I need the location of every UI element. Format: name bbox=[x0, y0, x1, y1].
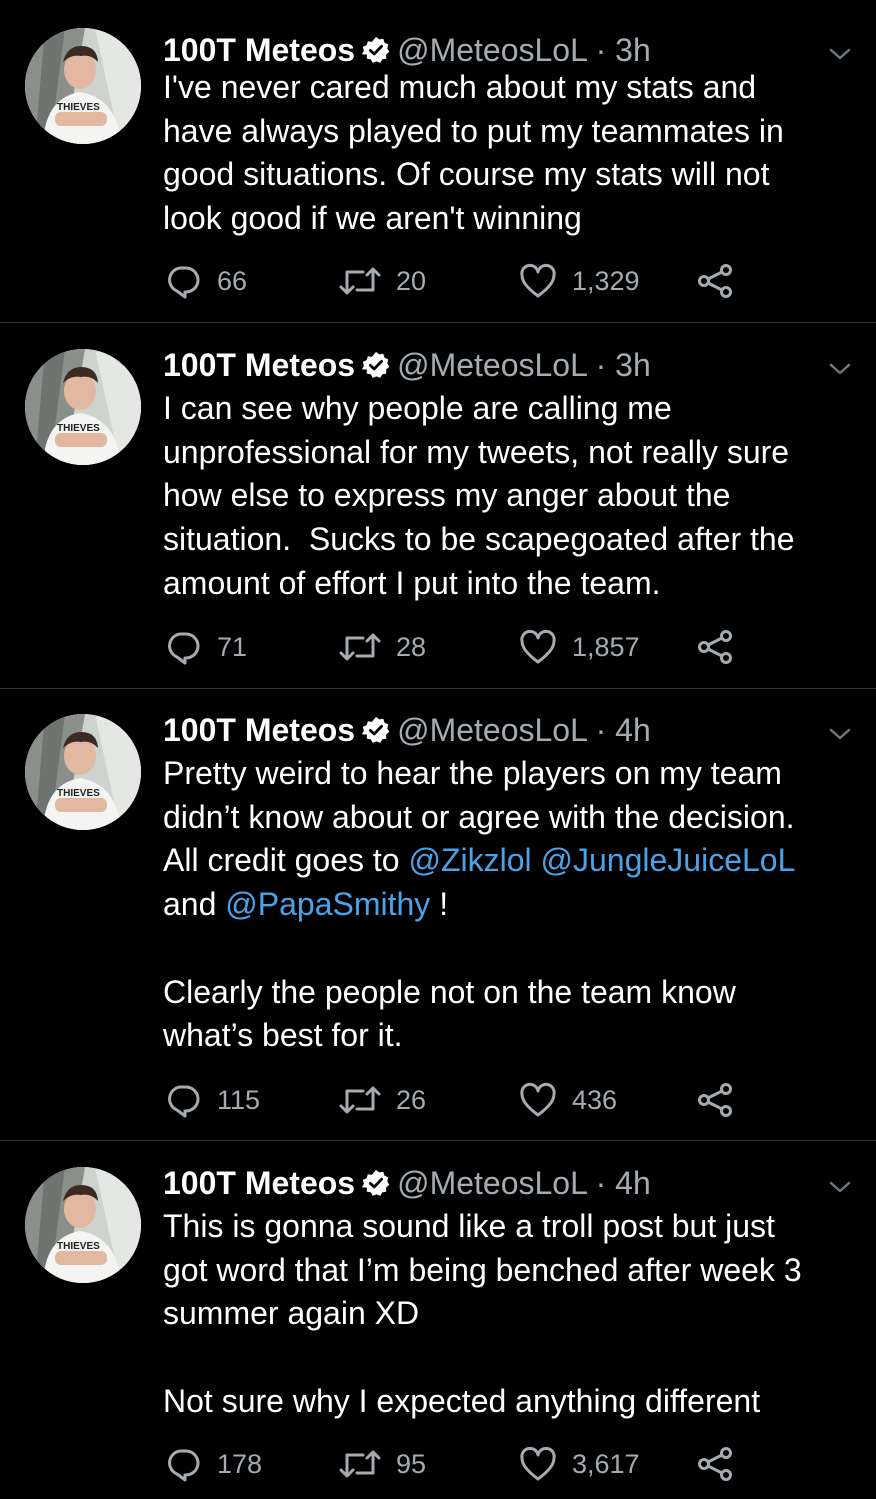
tweet-actions: 71 28 1,857 bbox=[163, 627, 863, 667]
share-button[interactable] bbox=[695, 1444, 735, 1484]
timestamp[interactable]: 3h bbox=[615, 347, 651, 383]
text-line: Pretty weird to hear the players on my t… bbox=[163, 755, 782, 791]
retweet-button[interactable]: 28 bbox=[338, 627, 426, 667]
reply-icon bbox=[168, 1449, 200, 1482]
author-name[interactable]: 100T Meteos bbox=[163, 32, 355, 68]
heart-icon bbox=[520, 1082, 556, 1117]
chevron-down-icon[interactable] bbox=[824, 1171, 856, 1203]
share-icon bbox=[698, 264, 732, 298]
verified-badge-icon bbox=[361, 1165, 391, 1209]
text-fragment: and bbox=[163, 886, 226, 923]
author-handle[interactable]: @MeteosLoL bbox=[397, 32, 587, 68]
tweet-text: I've never cared much about my stats and… bbox=[163, 69, 784, 237]
retweet-button[interactable]: 20 bbox=[338, 261, 426, 301]
text-fragment: ! bbox=[430, 886, 449, 923]
retweet-icon bbox=[339, 267, 381, 295]
author-handle[interactable]: @MeteosLoL bbox=[397, 347, 587, 383]
author-handle[interactable]: @MeteosLoL bbox=[397, 712, 587, 748]
tweet-actions: 66 20 1,329 bbox=[163, 261, 863, 301]
share-icon bbox=[698, 630, 732, 664]
retweet-count: 95 bbox=[396, 1449, 427, 1479]
retweet-button[interactable]: 95 bbox=[338, 1444, 426, 1484]
retweet-count: 20 bbox=[396, 266, 427, 296]
heart-icon bbox=[520, 1446, 556, 1481]
tweet-text: I can see why people are calling me unpr… bbox=[163, 390, 795, 601]
reply-button[interactable]: 178 bbox=[163, 1444, 262, 1484]
divider bbox=[0, 322, 876, 323]
like-button[interactable]: 1,857 bbox=[518, 627, 640, 667]
reply-button[interactable]: 66 bbox=[163, 261, 247, 301]
like-button[interactable]: 436 bbox=[518, 1080, 617, 1120]
timestamp[interactable]: 3h bbox=[615, 32, 651, 68]
separator-dot: · bbox=[595, 347, 607, 383]
retweet-count: 28 bbox=[396, 632, 427, 662]
avatar[interactable] bbox=[25, 28, 141, 144]
reply-count: 178 bbox=[217, 1449, 263, 1479]
separator-dot: · bbox=[595, 1165, 607, 1201]
author-name[interactable]: 100T Meteos bbox=[163, 347, 355, 383]
reply-button[interactable]: 115 bbox=[163, 1080, 260, 1120]
text-paragraph: Clearly the people not on the team know … bbox=[163, 973, 736, 1054]
like-button[interactable]: 1,329 bbox=[518, 261, 640, 301]
avatar[interactable] bbox=[25, 714, 141, 830]
like-count: 1,857 bbox=[572, 632, 640, 662]
verified-badge-icon bbox=[361, 347, 391, 391]
author-name[interactable]: 100T Meteos bbox=[163, 712, 355, 748]
share-button[interactable] bbox=[695, 1080, 735, 1120]
reply-button[interactable]: 71 bbox=[163, 627, 247, 667]
mention-link[interactable]: @JungleJuiceLoL bbox=[541, 842, 796, 878]
mention-link[interactable]: @Zikzlol bbox=[408, 842, 531, 878]
reply-icon bbox=[168, 266, 200, 299]
retweet-icon bbox=[339, 633, 381, 661]
share-button[interactable] bbox=[695, 627, 735, 667]
avatar[interactable] bbox=[25, 349, 141, 465]
text-line: All credit goes to bbox=[163, 842, 409, 879]
divider bbox=[0, 1140, 876, 1141]
timestamp[interactable]: 4h bbox=[615, 712, 651, 748]
text-line: didn’t know about or agree with the deci… bbox=[163, 798, 795, 835]
separator-dot: · bbox=[595, 712, 607, 748]
like-button[interactable]: 3,617 bbox=[518, 1444, 640, 1484]
reply-icon bbox=[168, 632, 200, 665]
like-count: 3,617 bbox=[572, 1449, 640, 1479]
share-icon bbox=[698, 1083, 732, 1117]
separator-dot: · bbox=[595, 32, 607, 68]
heart-icon bbox=[520, 263, 556, 298]
tweet-text: Pretty weird to hear the players on my t… bbox=[163, 752, 853, 1058]
retweet-icon bbox=[339, 1086, 381, 1114]
share-button[interactable] bbox=[695, 261, 735, 301]
like-count: 436 bbox=[572, 1085, 618, 1115]
author-name[interactable]: 100T Meteos bbox=[163, 1165, 355, 1201]
verified-badge-icon bbox=[361, 712, 391, 756]
divider bbox=[0, 688, 876, 689]
mention-link[interactable]: @PapaSmithy bbox=[225, 886, 430, 922]
reply-icon bbox=[168, 1085, 200, 1118]
reply-count: 71 bbox=[217, 632, 248, 662]
reply-count: 66 bbox=[217, 266, 248, 296]
like-count: 1,329 bbox=[572, 266, 640, 296]
chevron-down-icon[interactable] bbox=[824, 718, 856, 750]
chevron-down-icon[interactable] bbox=[824, 353, 856, 385]
avatar[interactable] bbox=[25, 1167, 141, 1283]
tweet-actions: 115 26 436 bbox=[163, 1080, 863, 1120]
reply-count: 115 bbox=[217, 1085, 261, 1115]
retweet-button[interactable]: 26 bbox=[338, 1080, 426, 1120]
share-icon bbox=[698, 1447, 732, 1481]
heart-icon bbox=[520, 629, 556, 664]
author-handle[interactable]: @MeteosLoL bbox=[397, 1165, 587, 1201]
retweet-icon bbox=[339, 1450, 381, 1478]
timestamp[interactable]: 4h bbox=[615, 1165, 651, 1201]
tweet-actions: 178 95 3,617 bbox=[163, 1444, 863, 1484]
retweet-count: 26 bbox=[396, 1085, 427, 1115]
tweet-text: This is gonna sound like a troll post bu… bbox=[163, 1208, 802, 1419]
